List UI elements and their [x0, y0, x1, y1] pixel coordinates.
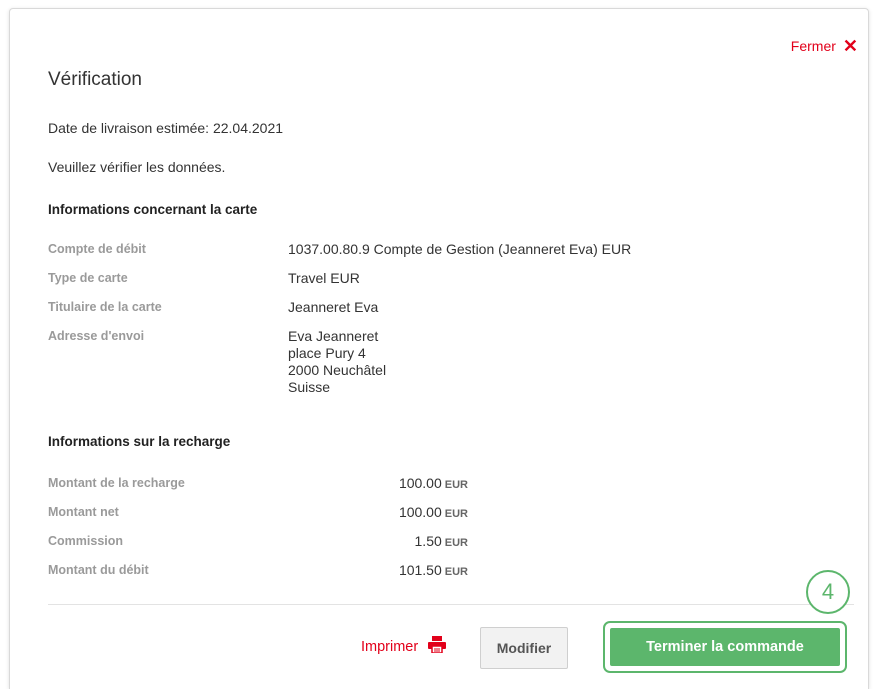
- currency-code: EUR: [444, 508, 468, 520]
- address-block: Eva Jeanneret place Pury 4 2000 Neuchâte…: [288, 328, 386, 396]
- row-label: Type de carte: [48, 271, 128, 285]
- amount-value: 100.00: [398, 504, 442, 520]
- amount-value: 1.50: [414, 533, 442, 549]
- amount-value: 101.50: [398, 562, 442, 578]
- delivery-date-text: Date de livraison estimée: 22.04.2021: [48, 120, 284, 136]
- row-amount: 100.00 EUR: [268, 475, 468, 491]
- address-line: Eva Jeanneret: [288, 328, 379, 344]
- amount-value: 100.00: [398, 475, 442, 491]
- row-label: Titulaire de la carte: [48, 300, 162, 314]
- row-label: Montant net: [48, 505, 119, 519]
- footer-divider: [48, 604, 854, 605]
- finish-order-button[interactable]: Terminer la commande: [610, 628, 840, 666]
- row-amount: 1.50 EUR: [268, 533, 468, 549]
- recharge-info-heading: Informations sur la recharge: [48, 434, 231, 449]
- row-label: Adresse d'envoi: [48, 329, 145, 343]
- dialog-title: Vérification: [48, 69, 142, 90]
- finish-button-highlight: Terminer la commande: [603, 621, 847, 673]
- row-value: Travel EUR: [288, 270, 360, 286]
- address-line: 2000 Neuchâtel: [288, 362, 387, 378]
- row-amount: 100.00 EUR: [268, 504, 468, 520]
- close-icon: ✕: [842, 36, 858, 56]
- currency-code: EUR: [444, 566, 468, 578]
- row-value: Jeanneret Eva: [288, 299, 379, 315]
- currency-code: EUR: [444, 537, 468, 549]
- modify-button[interactable]: Modifier: [480, 627, 568, 669]
- verify-instruction-text: Veuillez vérifier les données.: [48, 159, 226, 175]
- address-line: place Pury 4: [288, 345, 366, 361]
- close-button[interactable]: Fermer ✕: [790, 36, 858, 56]
- row-value: 1037.00.80.9 Compte de Gestion (Jeannere…: [288, 241, 632, 257]
- printer-icon: [428, 636, 447, 657]
- row-label: Commission: [48, 534, 124, 548]
- print-label: Imprimer: [361, 638, 419, 655]
- print-button[interactable]: Imprimer: [361, 636, 447, 657]
- close-label: Fermer: [790, 38, 836, 54]
- card-info-heading: Informations concernant la carte: [48, 202, 258, 217]
- row-label: Montant du débit: [48, 563, 149, 577]
- address-line: Suisse: [288, 379, 331, 395]
- step-number-badge: 4: [806, 570, 850, 614]
- row-amount: 101.50 EUR: [268, 562, 468, 578]
- row-label: Compte de débit: [48, 242, 146, 256]
- currency-code: EUR: [444, 479, 468, 491]
- verification-dialog: Fermer ✕ Vérification Date de livraison …: [9, 8, 869, 689]
- row-label: Montant de la recharge: [48, 476, 185, 490]
